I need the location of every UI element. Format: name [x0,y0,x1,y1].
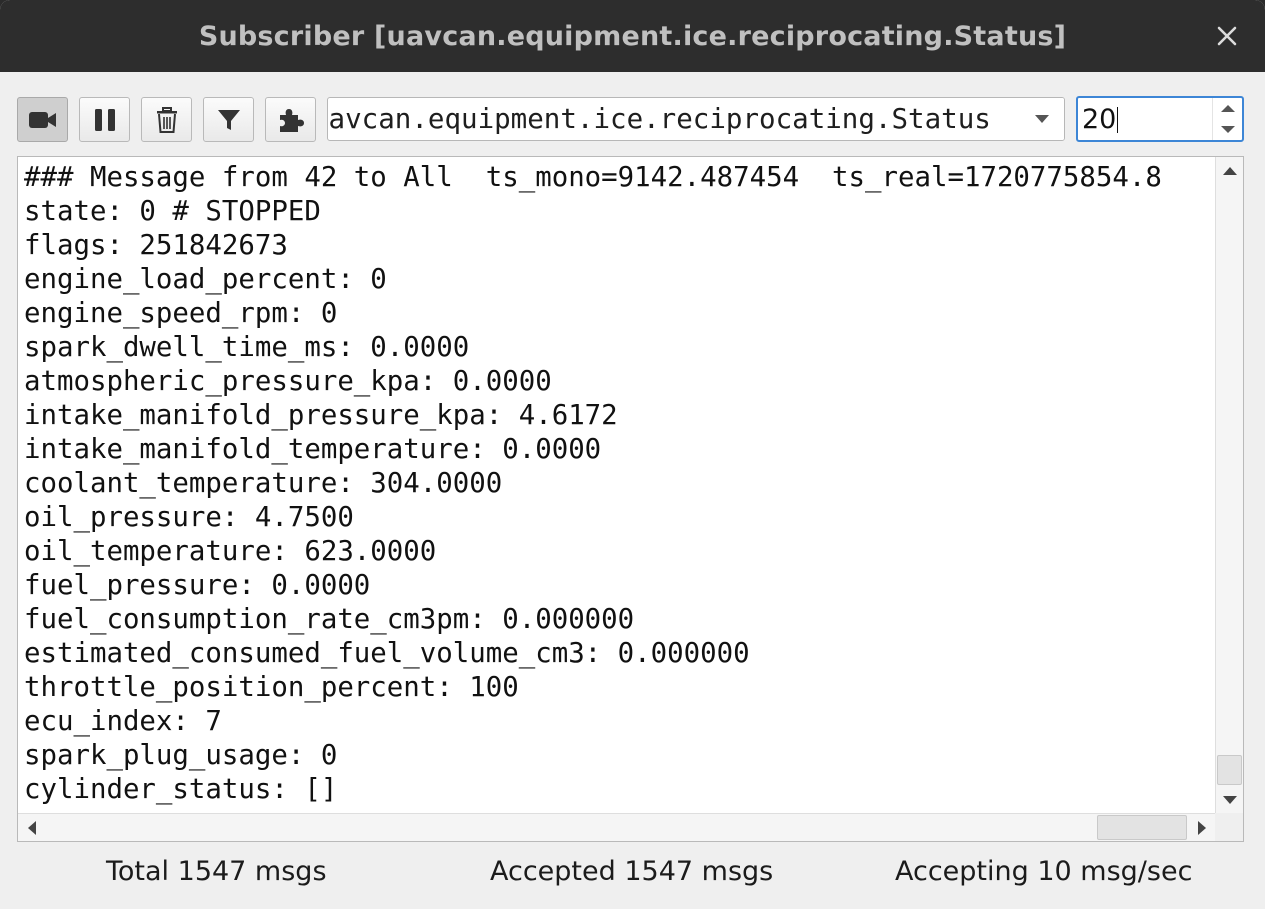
message-field-line: intake_manifold_pressure_kpa: 4.6172 [24,400,618,431]
message-field-line: state: 0 # STOPPED [24,196,321,227]
spin-arrows [1212,98,1242,140]
chevron-down-icon[interactable] [1020,98,1064,140]
plugin-button[interactable] [265,97,316,142]
spin-down-arrow-icon[interactable] [1213,119,1242,140]
message-log-view[interactable]: ### Message from 42 to All ts_mono=9142.… [17,156,1244,842]
horizontal-scroll-thumb[interactable] [1097,815,1187,840]
accept-rate-label: Accepting 10 msg/sec [895,856,1193,887]
message-field-line: atmospheric_pressure_kpa: 0.0000 [24,366,552,397]
scroll-right-arrow-icon[interactable] [1188,814,1216,841]
message-field-line: engine_speed_rpm: 0 [24,298,338,329]
horizontal-scrollbar[interactable] [18,813,1216,841]
message-field-line: engine_load_percent: 0 [24,264,387,295]
data-type-value: uavcan.equipment.ice.reciprocating.Statu… [327,103,991,135]
text-caret [1117,107,1118,133]
title-bar[interactable]: Subscriber [uavcan.equipment.ice.recipro… [0,0,1265,72]
message-field-line: fuel_consumption_rate_cm3pm: 0.000000 [24,604,635,635]
message-log-text[interactable]: ### Message from 42 to All ts_mono=9142.… [24,161,1216,813]
filter-button[interactable] [203,97,254,142]
message-field-line: oil_pressure: 4.7500 [24,502,354,533]
video-camera-icon [28,111,56,128]
message-field-line: intake_manifold_temperature: 0.0000 [24,434,602,465]
scroll-left-arrow-icon[interactable] [18,814,46,841]
close-icon[interactable] [1209,18,1245,54]
pause-button[interactable] [79,97,130,142]
subscriber-window: Subscriber [uavcan.equipment.ice.recipro… [0,0,1265,909]
scroll-up-arrow-icon[interactable] [1216,157,1243,185]
data-type-combobox[interactable]: uavcan.equipment.ice.reciprocating.Statu… [327,97,1065,141]
filter-funnel-icon [217,109,240,130]
message-field-line: estimated_consumed_fuel_volume_cm3: 0.00… [24,638,750,669]
scroll-corner [1215,813,1243,841]
message-field-line: coolant_temperature: 304.0000 [24,468,503,499]
scroll-down-arrow-icon[interactable] [1216,786,1243,814]
clear-button[interactable] [141,97,192,142]
message-field-line: cylinder_status: [] [24,774,338,805]
spin-up-arrow-icon[interactable] [1213,98,1242,119]
accepted-messages-label: Accepted 1547 msgs [490,856,774,887]
max-messages-spinbox[interactable]: 20 [1076,96,1244,142]
max-messages-value: 20 [1082,104,1117,135]
message-field-line: spark_dwell_time_ms: 0.0000 [24,332,470,363]
message-field-line: flags: 251842673 [24,230,288,261]
message-field-line: ecu_index: 7 [24,706,222,737]
message-field-line: oil_temperature: 623.0000 [24,536,437,567]
window-title: Subscriber [uavcan.equipment.ice.recipro… [198,20,1067,52]
message-field-line: throttle_position_percent: 100 [24,672,519,703]
total-messages-label: Total 1547 msgs [106,856,327,887]
message-field-line: spark_plug_usage: 0 [24,740,338,771]
puzzle-piece-icon [279,108,304,132]
message-field-line: fuel_pressure: 0.0000 [24,570,371,601]
status-bar: Total 1547 msgs Accepted 1547 msgs Accep… [0,842,1265,909]
record-button[interactable] [17,97,68,142]
vertical-scrollbar[interactable] [1215,157,1243,814]
trash-icon [156,106,177,133]
pause-icon [94,108,115,131]
toolbar: uavcan.equipment.ice.reciprocating.Statu… [0,72,1265,156]
message-header-line: ### Message from 42 to All ts_mono=9142.… [24,162,1162,193]
vertical-scroll-thumb[interactable] [1217,755,1242,785]
